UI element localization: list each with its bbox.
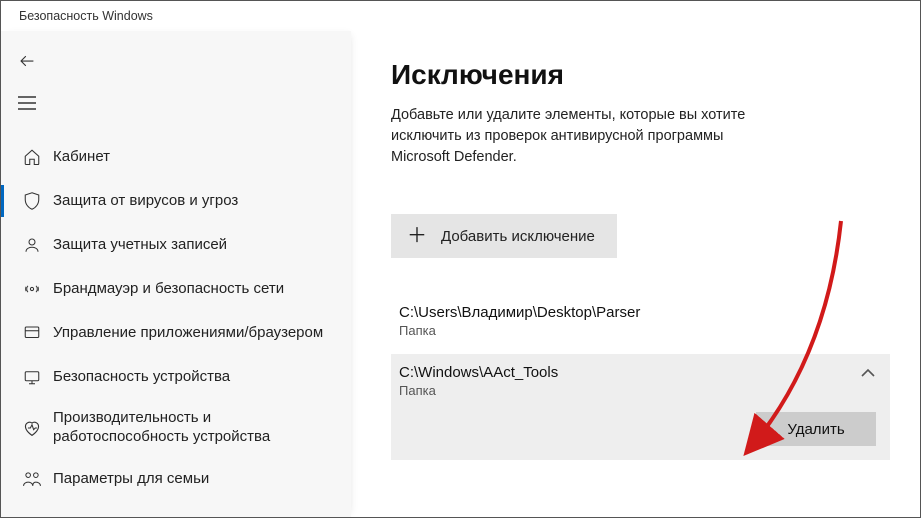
family-icon (15, 470, 49, 488)
page-title: Исключения (391, 59, 890, 91)
titlebar: Безопасность Windows (1, 1, 920, 31)
arrow-left-icon (18, 52, 36, 70)
delete-button[interactable]: Удалить (756, 412, 876, 446)
add-exclusion-label: Добавить исключение (441, 228, 595, 245)
sidebar-item-home[interactable]: Кабинет (1, 135, 351, 179)
window: Безопасность Windows (0, 0, 921, 518)
exclusion-item-expanded[interactable]: C:\Windows\AAct_Tools Папка Удалить (391, 354, 890, 460)
device-security-icon (15, 368, 49, 386)
person-icon (15, 236, 49, 254)
plus-icon: ＋ (407, 226, 427, 246)
page-description: Добавьте или удалите элементы, которые в… (391, 105, 771, 168)
exclusion-path: C:\Users\Владимир\Desktop\Parser (399, 304, 876, 321)
chevron-up-icon[interactable] (860, 368, 876, 378)
exclusion-item[interactable]: C:\Users\Владимир\Desktop\Parser Папка (391, 294, 890, 348)
sidebar-item-label: Управление приложениями/браузером (49, 324, 331, 343)
exclusion-kind: Папка (399, 383, 876, 398)
health-icon (15, 419, 49, 437)
exclusion-path: C:\Windows\AAct_Tools (399, 364, 876, 381)
content-area: Исключения Добавьте или удалите элементы… (351, 31, 920, 517)
sidebar-item-label: Брандмауэр и безопасность сети (49, 280, 292, 299)
add-exclusion-button[interactable]: ＋ Добавить исключение (391, 214, 617, 258)
firewall-icon (15, 281, 49, 297)
sidebar-nav: Кабинет Защита от вирусов и угроз Защита… (1, 135, 351, 501)
sidebar-item-device-health[interactable]: Производительность и работоспособность у… (1, 399, 351, 457)
window-body: Кабинет Защита от вирусов и угроз Защита… (1, 31, 920, 517)
sidebar-item-firewall[interactable]: Брандмауэр и безопасность сети (1, 267, 351, 311)
sidebar-item-label: Производительность и работоспособность у… (49, 409, 341, 447)
sidebar: Кабинет Защита от вирусов и угроз Защита… (1, 31, 351, 517)
sidebar-item-label: Защита учетных записей (49, 236, 235, 255)
sidebar-item-device-security[interactable]: Безопасность устройства (1, 355, 351, 399)
sidebar-item-label: Защита от вирусов и угроз (49, 192, 246, 211)
shield-icon (15, 191, 49, 211)
app-browser-icon (15, 324, 49, 342)
sidebar-item-family[interactable]: Параметры для семьи (1, 457, 351, 501)
menu-button[interactable] (7, 83, 47, 123)
back-button[interactable] (7, 41, 47, 81)
sidebar-item-account-protection[interactable]: Защита учетных записей (1, 223, 351, 267)
exclusion-kind: Папка (399, 323, 876, 338)
sidebar-item-label: Параметры для семьи (49, 470, 217, 489)
hamburger-icon (18, 96, 36, 110)
sidebar-item-label: Безопасность устройства (49, 368, 238, 387)
home-icon (15, 148, 49, 166)
window-title: Безопасность Windows (19, 9, 153, 23)
sidebar-item-label: Кабинет (49, 148, 118, 167)
sidebar-item-app-browser[interactable]: Управление приложениями/браузером (1, 311, 351, 355)
sidebar-item-virus-threat[interactable]: Защита от вирусов и угроз (1, 179, 351, 223)
